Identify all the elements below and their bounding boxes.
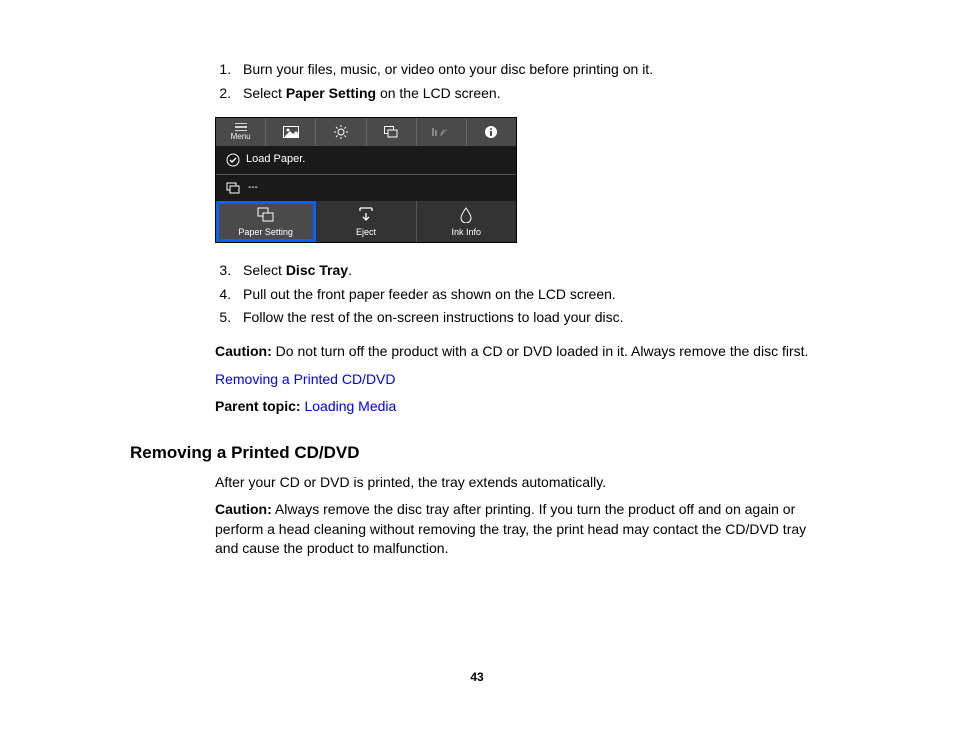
menu-icon: [235, 123, 247, 131]
step-2-bold: Paper Setting: [286, 85, 376, 101]
caution-1-text: Do not turn off the product with a CD or…: [272, 343, 809, 359]
step-2: Select Paper Setting on the LCD screen.: [235, 84, 824, 104]
heading-removing-printed: Removing a Printed CD/DVD: [130, 441, 824, 465]
lcd-topbar: Menu: [216, 118, 516, 146]
eject-icon: [357, 207, 375, 223]
lcd-screenshot: Menu Load Paper. ---: [215, 117, 517, 243]
parent-topic-link[interactable]: Loading Media: [301, 398, 397, 414]
ink-icon: [459, 207, 473, 223]
caution-1: Caution: Do not turn off the product wit…: [215, 342, 824, 362]
cascade-icon: [384, 126, 398, 138]
lcd-eject-label: Eject: [316, 226, 415, 239]
parent-topic-label: Parent topic:: [215, 398, 301, 414]
caution-2-label: Caution:: [215, 501, 272, 517]
check-icon: [226, 153, 240, 167]
lcd-info-cell: [467, 118, 516, 146]
lcd-bottom-row: Paper Setting Eject Ink Info: [216, 201, 516, 243]
paper-icon: [226, 182, 240, 194]
wifi-icon: [431, 126, 451, 138]
brightness-icon: [334, 125, 348, 139]
step-5: Follow the rest of the on-screen instruc…: [235, 308, 824, 328]
lcd-sub-text: ---: [248, 181, 258, 195]
steps-list-2: Select Disc Tray. Pull out the front pap…: [215, 261, 824, 328]
lcd-ink-label: Ink Info: [417, 226, 516, 239]
lcd-ink-btn: Ink Info: [417, 201, 516, 243]
caution-2-text: Always remove the disc tray after printi…: [215, 501, 806, 556]
step-3-text-c: .: [348, 262, 352, 278]
step-3-text-a: Select: [243, 262, 286, 278]
parent-topic: Parent topic: Loading Media: [215, 397, 824, 417]
link-removing-printed[interactable]: Removing a Printed CD/DVD: [215, 371, 396, 387]
lcd-cascade-cell: [367, 118, 417, 146]
lcd-status-text: Load Paper.: [246, 152, 305, 167]
caution-1-label: Caution:: [215, 343, 272, 359]
lcd-menu-label: Menu: [231, 131, 251, 142]
lcd-paper-setting-btn: Paper Setting: [216, 201, 316, 243]
step-2-text-c: on the LCD screen.: [376, 85, 501, 101]
lcd-brightness-cell: [316, 118, 366, 146]
lcd-photo-cell: [266, 118, 316, 146]
lcd-eject-btn: Eject: [316, 201, 416, 243]
info-icon: [484, 125, 498, 139]
steps-list-1: Burn your files, music, or video onto yo…: [215, 60, 824, 103]
step-2-text-a: Select: [243, 85, 286, 101]
step-3: Select Disc Tray.: [235, 261, 824, 281]
paper-setting-icon: [257, 207, 275, 223]
lcd-wifi-cell: [417, 118, 467, 146]
caution-2: Caution: Always remove the disc tray aft…: [215, 500, 824, 559]
step-1: Burn your files, music, or video onto yo…: [235, 60, 824, 80]
lcd-status-row: Load Paper.: [216, 146, 516, 174]
step-4: Pull out the front paper feeder as shown…: [235, 285, 824, 305]
after-text: After your CD or DVD is printed, the tra…: [215, 473, 824, 493]
page-number: 43: [130, 669, 824, 686]
lcd-menu-cell: Menu: [216, 118, 266, 146]
lcd-sub-row: ---: [216, 175, 516, 201]
step-3-bold: Disc Tray: [286, 262, 348, 278]
photo-icon: [283, 126, 299, 138]
lcd-paper-setting-label: Paper Setting: [216, 226, 315, 239]
